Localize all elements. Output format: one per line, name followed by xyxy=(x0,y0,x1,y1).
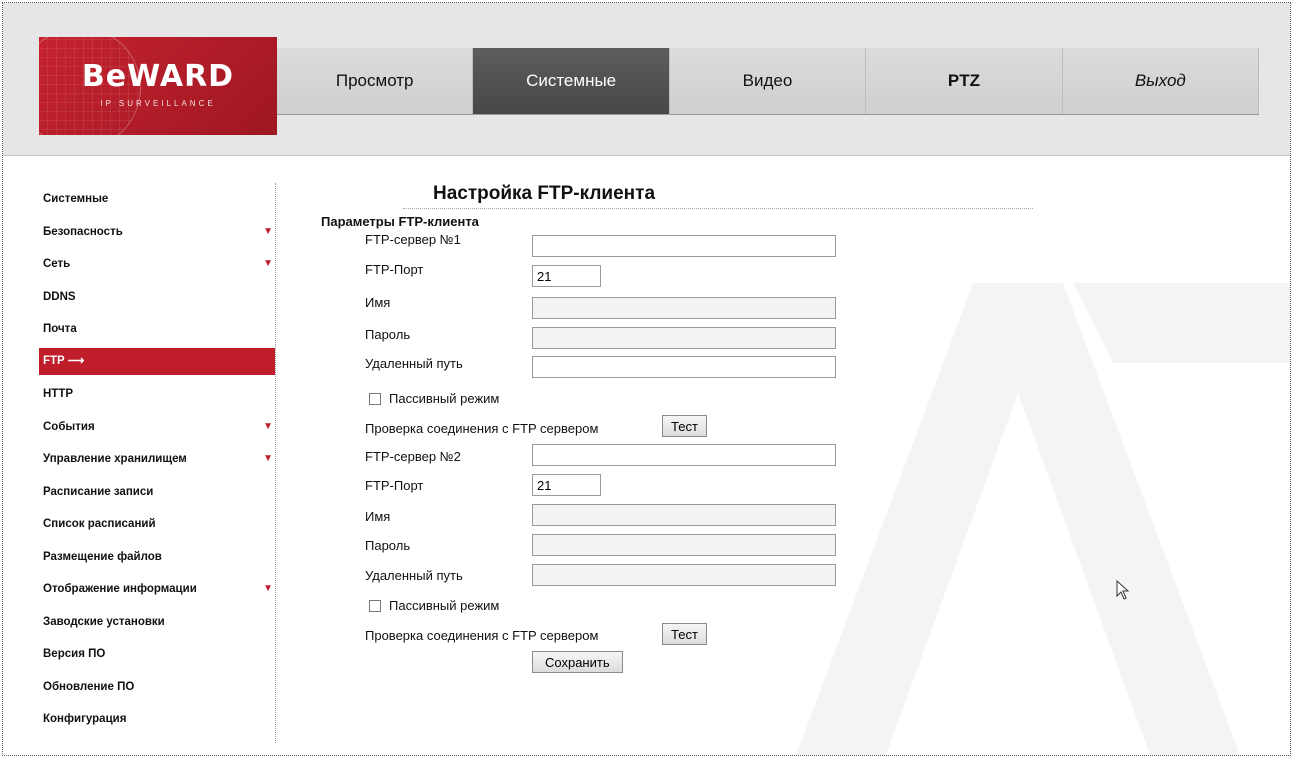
sidebar-item-mail[interactable]: Почта xyxy=(39,313,275,346)
ftp-test2-label: Проверка соединения с FTP сервером xyxy=(365,628,599,643)
title-divider xyxy=(403,208,1033,209)
sidebar-item-security[interactable]: Безопасность ▼ xyxy=(39,216,275,249)
sidebar-item-label: Версия ПО xyxy=(43,648,106,660)
passive-mode1-label: Пассивный режим xyxy=(389,391,500,406)
triangle-down-icon: ▼ xyxy=(263,258,273,269)
sidebar-item-label: DDNS xyxy=(43,290,76,303)
sidebar-item-label: Заводские установки xyxy=(43,615,165,628)
sidebar-item-firmware-update[interactable]: Обновление ПО xyxy=(39,671,275,704)
ftp-path2-label: Удаленный путь xyxy=(365,568,463,583)
ftp-path1-input[interactable] xyxy=(532,356,836,378)
ftp-password2-input[interactable] xyxy=(532,534,836,556)
logo-brand: BeWARD xyxy=(81,59,235,94)
sidebar-item-label: FTP xyxy=(43,354,65,367)
ftp-test1-label: Проверка соединения с FTP сервером xyxy=(365,421,599,436)
sidebar-item-label: Размещение файлов xyxy=(43,550,162,563)
sidebar-item-label: Обновление ПО xyxy=(43,680,135,693)
ftp-name2-label: Имя xyxy=(365,509,391,524)
page-frame: BeWARD IP SURVEILLANCE Просмотр Системны… xyxy=(2,2,1291,756)
passive-mode1-checkbox[interactable] xyxy=(369,393,381,405)
sidebar-item-system[interactable]: Системные xyxy=(39,183,275,216)
triangle-down-icon: ▼ xyxy=(263,225,273,237)
nav-logout[interactable]: Выход xyxy=(1062,48,1260,114)
save-button[interactable]: Сохранить xyxy=(532,651,623,673)
passive-mode2-checkbox[interactable] xyxy=(369,600,381,612)
nav-system[interactable]: Системные xyxy=(473,48,670,114)
sidebar-item-configuration[interactable]: Конфигурация xyxy=(39,703,275,736)
ftp-test2-button[interactable]: Тест xyxy=(662,623,707,645)
sidebar-item-label: Расписание записи xyxy=(43,485,154,498)
sidebar-item-network[interactable]: Сеть ▼ xyxy=(39,248,275,281)
header: BeWARD IP SURVEILLANCE Просмотр Системны… xyxy=(3,3,1290,156)
sidebar-item-schedule-list[interactable]: Список расписаний xyxy=(39,508,275,541)
triangle-down-icon: ▼ xyxy=(263,583,273,594)
sidebar-item-label: Отображение информации xyxy=(43,583,197,595)
page-title: Настройка FTP-клиента xyxy=(433,183,656,204)
ftp-password1-label: Пароль xyxy=(365,327,411,342)
sidebar-item-ddns[interactable]: DDNS xyxy=(39,281,275,314)
ftp-password2-label: Пароль xyxy=(365,538,411,553)
sidebar-item-info-display[interactable]: Отображение информации ▼ xyxy=(39,573,275,606)
sidebar-item-events[interactable]: События ▼ xyxy=(39,411,275,444)
sidebar-item-label: Список расписаний xyxy=(43,518,156,530)
ftp-server1-input[interactable] xyxy=(532,235,836,257)
ftp-port1-input[interactable] xyxy=(532,265,601,287)
sidebar-item-record-schedule[interactable]: Расписание записи xyxy=(39,476,275,509)
sidebar-item-label: Сеть xyxy=(43,258,71,270)
arrow-right-icon: ⟶ xyxy=(67,354,85,367)
ftp-port2-input[interactable] xyxy=(532,474,601,496)
sidebar-item-label: Почта xyxy=(43,323,77,335)
sidebar-item-storage[interactable]: Управление хранилищем ▼ xyxy=(39,443,275,476)
sidebar-item-label: Конфигурация xyxy=(43,713,127,725)
sidebar-item-firmware-version[interactable]: Версия ПО xyxy=(39,638,275,671)
sidebar-item-ftp[interactable]: FTP ⟶ xyxy=(39,347,275,375)
ftp-port1-label: FTP-Порт xyxy=(365,262,424,277)
passive-mode2-label: Пассивный режим xyxy=(389,598,500,613)
mouse-cursor-icon xyxy=(1116,580,1130,600)
logo-tagline: IP SURVEILLANCE xyxy=(100,99,216,108)
nav-view[interactable]: Просмотр xyxy=(277,48,474,114)
sidebar-item-label: HTTP xyxy=(43,388,74,400)
sidebar-item-label: События xyxy=(43,420,95,433)
ftp-password1-input[interactable] xyxy=(532,327,836,349)
ftp-path1-label: Удаленный путь xyxy=(365,356,463,371)
ftp-test1-button[interactable]: Тест xyxy=(662,415,707,437)
ftp-name1-label: Имя xyxy=(365,295,391,310)
section-title: Параметры FTP-клиента xyxy=(321,214,479,229)
triangle-down-icon: ▼ xyxy=(263,453,273,464)
sidebar-item-label: Управление хранилищем xyxy=(43,453,187,465)
nav-ptz[interactable]: PTZ xyxy=(866,48,1063,114)
sidebar-item-factory-reset[interactable]: Заводские установки xyxy=(39,606,275,639)
ftp-name2-input[interactable] xyxy=(532,504,836,526)
ftp-server2-input[interactable] xyxy=(532,444,836,466)
ftp-server1-label: FTP-сервер №1 xyxy=(365,232,461,247)
sidebar-item-file-placement[interactable]: Размещение файлов xyxy=(39,541,275,574)
ftp-path2-input[interactable] xyxy=(532,564,836,586)
sidebar-item-http[interactable]: HTTP xyxy=(39,378,275,411)
ftp-name1-input[interactable] xyxy=(532,297,836,319)
triangle-down-icon: ▼ xyxy=(263,420,273,432)
ftp-server2-label: FTP-сервер №2 xyxy=(365,449,461,464)
nav-video[interactable]: Видео xyxy=(669,48,867,114)
top-nav: Просмотр Системные Видео PTZ Выход xyxy=(277,48,1260,115)
sidebar-item-label: Системные xyxy=(43,193,109,205)
beward-logo[interactable]: BeWARD IP SURVEILLANCE xyxy=(39,37,277,135)
sidebar: Системные Безопасность ▼ Сеть ▼ DDNS Почта… xyxy=(39,183,276,743)
ftp-port2-label: FTP-Порт xyxy=(365,478,424,493)
sidebar-item-label: Безопасность xyxy=(43,225,123,238)
